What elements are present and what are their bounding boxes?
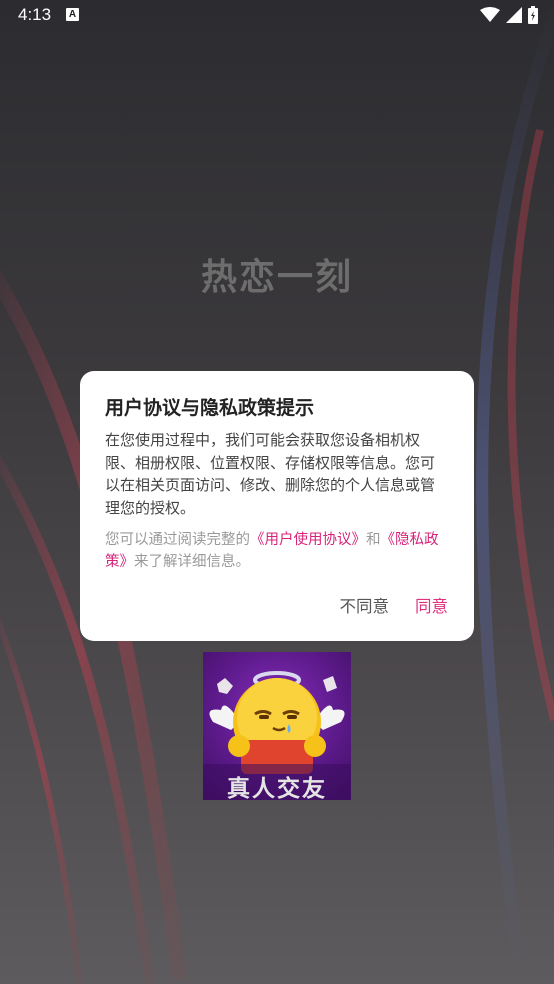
system-icons bbox=[480, 6, 538, 24]
dialog-title: 用户协议与隐私政策提示 bbox=[105, 397, 315, 419]
status-bar: 4:13 A bbox=[0, 0, 554, 30]
dialog-hint: 您可以通过阅读完整的《用户使用协议》和《隐私政策》来了解详细信息。 bbox=[105, 529, 448, 573]
dialog-body: 在您使用过程中，我们可能会获取您设备相机权限、相册权限、位置权限、存储权限等信息… bbox=[105, 431, 436, 517]
app-title: 热恋一刻 bbox=[200, 257, 353, 298]
battery-icon bbox=[528, 6, 538, 24]
signal-icon bbox=[506, 7, 522, 23]
user-agreement-link[interactable]: 《用户使用协议》 bbox=[250, 532, 366, 548]
disagree-button[interactable]: 不同意 bbox=[340, 593, 390, 617]
hint-prefix: 您可以通过阅读完整的 bbox=[105, 532, 250, 548]
wifi-icon bbox=[480, 7, 500, 22]
promo-image: 真人交友 bbox=[203, 652, 351, 800]
hint-suffix: 来了解详细信息。 bbox=[134, 554, 250, 570]
privacy-dialog: 用户协议与隐私政策提示 在您使用过程中，我们可能会获取您设备相机权限、相册权限、… bbox=[80, 371, 474, 641]
dialog-buttons: 不同意 同意 bbox=[340, 593, 449, 617]
agree-button[interactable]: 同意 bbox=[415, 593, 448, 617]
status-time: 4:13 bbox=[18, 5, 52, 24]
promo-caption: 真人交友 bbox=[227, 776, 327, 800]
notification-a-icon: A bbox=[66, 8, 79, 21]
hint-and: 和 bbox=[366, 532, 381, 548]
